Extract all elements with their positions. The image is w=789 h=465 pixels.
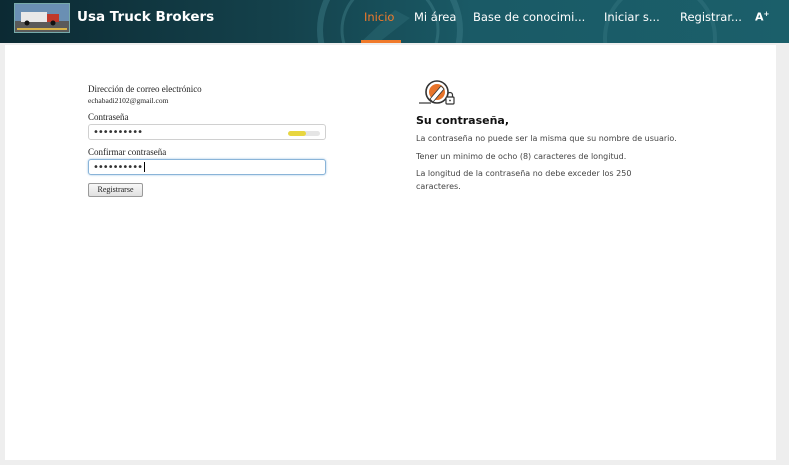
nav-registrarse[interactable]: Registrar...: [680, 10, 742, 24]
confirm-password-label: Confirmar contraseña: [88, 147, 167, 157]
accessibility-icon[interactable]: A+: [755, 10, 769, 24]
site-logo[interactable]: [14, 3, 70, 33]
email-label: Dirección de correo electrónico: [88, 84, 202, 94]
nav-inicio[interactable]: Inicio: [364, 10, 394, 24]
password-rule-item: Tener un minimo de ocho (8) caracteres d…: [416, 152, 627, 161]
password-edit-lock-icon: [419, 80, 455, 105]
password-masked-value: ••••••••••: [93, 127, 143, 138]
password-strength-meter: [288, 131, 320, 136]
password-label: Contraseña: [88, 112, 129, 122]
password-field[interactable]: ••••••••••: [88, 124, 326, 140]
nav-mi-area[interactable]: Mi área: [414, 10, 456, 24]
site-brand[interactable]: Usa Truck Brokers: [77, 9, 214, 25]
text-caret: [143, 162, 145, 172]
nav-base-de-conocimiento[interactable]: Base de conocimi...: [473, 10, 585, 24]
confirm-password-masked-value: ••••••••••: [93, 162, 145, 173]
register-button[interactable]: Registrarse: [88, 183, 143, 197]
nav-iniciar-sesion[interactable]: Iniciar s...: [604, 10, 660, 24]
active-nav-indicator: [361, 40, 401, 43]
registration-card: [5, 45, 776, 460]
password-rules-title: Su contraseña,: [416, 114, 510, 127]
email-value: echabadi2102@gmail.com: [88, 96, 169, 105]
top-nav-bar: Usa Truck Brokers Inicio Mi área Base de…: [0, 0, 789, 43]
truck-logo-icon: [15, 4, 69, 32]
password-rule-item: La longitud de la contraseña no debe exc…: [416, 169, 632, 191]
password-rule-item: La contraseña no puede ser la misma que …: [416, 134, 677, 143]
confirm-password-field[interactable]: ••••••••••: [88, 159, 326, 175]
password-strength-fill: [288, 131, 306, 136]
